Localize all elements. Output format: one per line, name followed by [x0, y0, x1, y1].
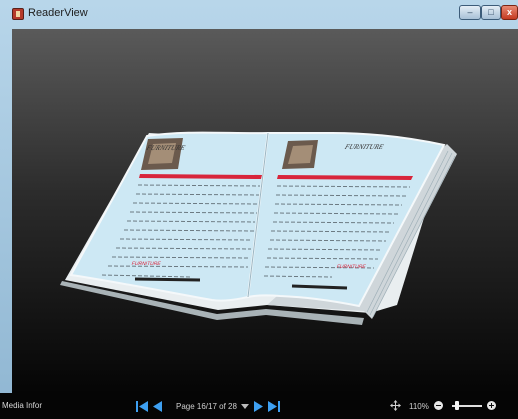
status-bar: Media Infor Page 16/17 of 28 110%	[0, 393, 518, 419]
left-page-header: FURNITURE	[144, 144, 186, 152]
book-viewport[interactable]: FURNITURE FURNITURE FURNITURE FURNITURE	[12, 29, 518, 393]
open-book[interactable]: FURNITURE FURNITURE FURNITURE FURNITURE	[12, 29, 518, 393]
title-bar[interactable]: ReaderView – □ x	[0, 0, 518, 29]
close-button[interactable]: x	[501, 5, 518, 20]
reader-window: ReaderView – □ x FURNITURE FURNITURE FUR…	[0, 0, 518, 419]
right-page-footer-bar	[291, 284, 348, 290]
zoom-slider-thumb[interactable]	[455, 401, 459, 410]
window-title: ReaderView	[28, 7, 88, 19]
zoom-out-icon[interactable]	[434, 401, 443, 410]
right-page-stamp: FURNITURE	[336, 264, 367, 270]
media-info-label[interactable]: Media Infor	[2, 401, 42, 410]
last-page-icon[interactable]	[268, 401, 280, 412]
minimize-button[interactable]: –	[459, 5, 481, 20]
left-page-stamp: FURNITURE	[131, 261, 162, 267]
previous-page-icon[interactable]	[152, 401, 164, 412]
right-page-header: FURNITURE	[343, 143, 385, 151]
first-page-icon[interactable]	[136, 401, 148, 412]
move-icon[interactable]	[390, 400, 401, 411]
page-indicator: Page 16/17 of 28	[176, 402, 237, 411]
left-page-footer-bar	[134, 277, 201, 282]
next-page-icon[interactable]	[252, 401, 264, 412]
zoom-level: 110%	[409, 402, 429, 411]
maximize-button[interactable]: □	[481, 5, 501, 20]
app-icon	[12, 8, 24, 20]
page-dropdown-icon[interactable]	[241, 404, 249, 409]
zoom-in-icon[interactable]	[487, 401, 496, 410]
